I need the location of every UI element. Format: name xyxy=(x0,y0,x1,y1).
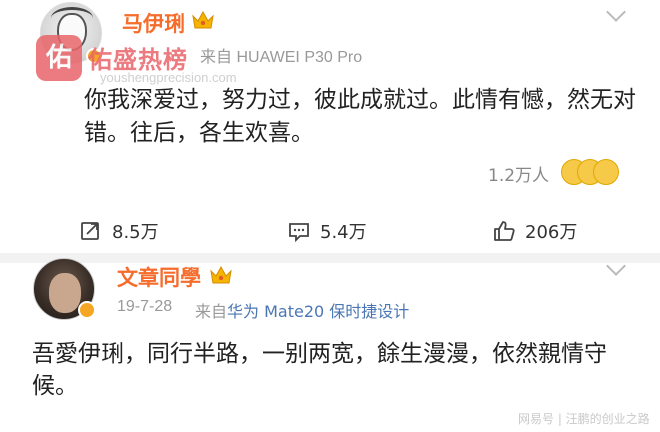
comment-icon xyxy=(289,223,309,242)
author-name[interactable]: 文章同學 xyxy=(117,262,201,292)
post-date: 19-7-28 xyxy=(117,298,173,315)
vip-crown-icon xyxy=(210,265,232,284)
like-button[interactable]: 206万 xyxy=(493,218,577,244)
chevron-down-icon[interactable] xyxy=(606,2,626,22)
post-card-1: 佑 佑盛热榜 youshengprecision.com 马伊琍 来自 HUAW… xyxy=(0,0,660,196)
smile-emoji-icon xyxy=(593,159,619,185)
post-source: 来自华为 Mate20 保时捷设计 xyxy=(195,298,409,322)
like-count: 206万 xyxy=(525,222,578,243)
watermark-logo-icon: 佑 xyxy=(36,35,82,81)
divider xyxy=(0,253,660,263)
vip-crown-icon xyxy=(192,10,214,29)
repost-button[interactable]: 8.5万 xyxy=(80,218,159,244)
source-prefix: 来自 xyxy=(195,302,228,321)
verified-badge-icon xyxy=(78,301,96,319)
thumbs-up-icon xyxy=(494,221,515,241)
repost-count: 8.5万 xyxy=(112,222,159,243)
watermark-url: youshengprecision.com xyxy=(100,70,237,85)
post-content: 你我深爱过，努力过，彼此成就过。此情有憾，然无对错。往后，各生欢喜。 xyxy=(84,87,636,146)
comment-button[interactable]: 5.4万 xyxy=(288,218,367,244)
repost-icon xyxy=(81,222,99,240)
source-device: HUAWEI P30 Pro xyxy=(236,49,363,66)
footer-watermark: 网易号 | 汪鹏的创业之路 xyxy=(518,412,650,426)
post-source: 来自 HUAWEI P30 Pro xyxy=(200,43,362,67)
source-device-link[interactable]: 华为 Mate20 保时捷设计 xyxy=(227,302,409,321)
comment-count: 5.4万 xyxy=(320,222,367,243)
reaction-emojis[interactable] xyxy=(561,159,621,187)
source-prefix: 来自 xyxy=(200,49,233,66)
reaction-count[interactable]: 1.2万人 xyxy=(488,161,549,186)
avatar-face xyxy=(49,273,81,313)
author-name[interactable]: 马伊琍 xyxy=(122,8,185,38)
post-content: 吾愛伊琍，同行半路，一别两宽，餘生漫漫，依然親情守候。 xyxy=(32,341,607,399)
